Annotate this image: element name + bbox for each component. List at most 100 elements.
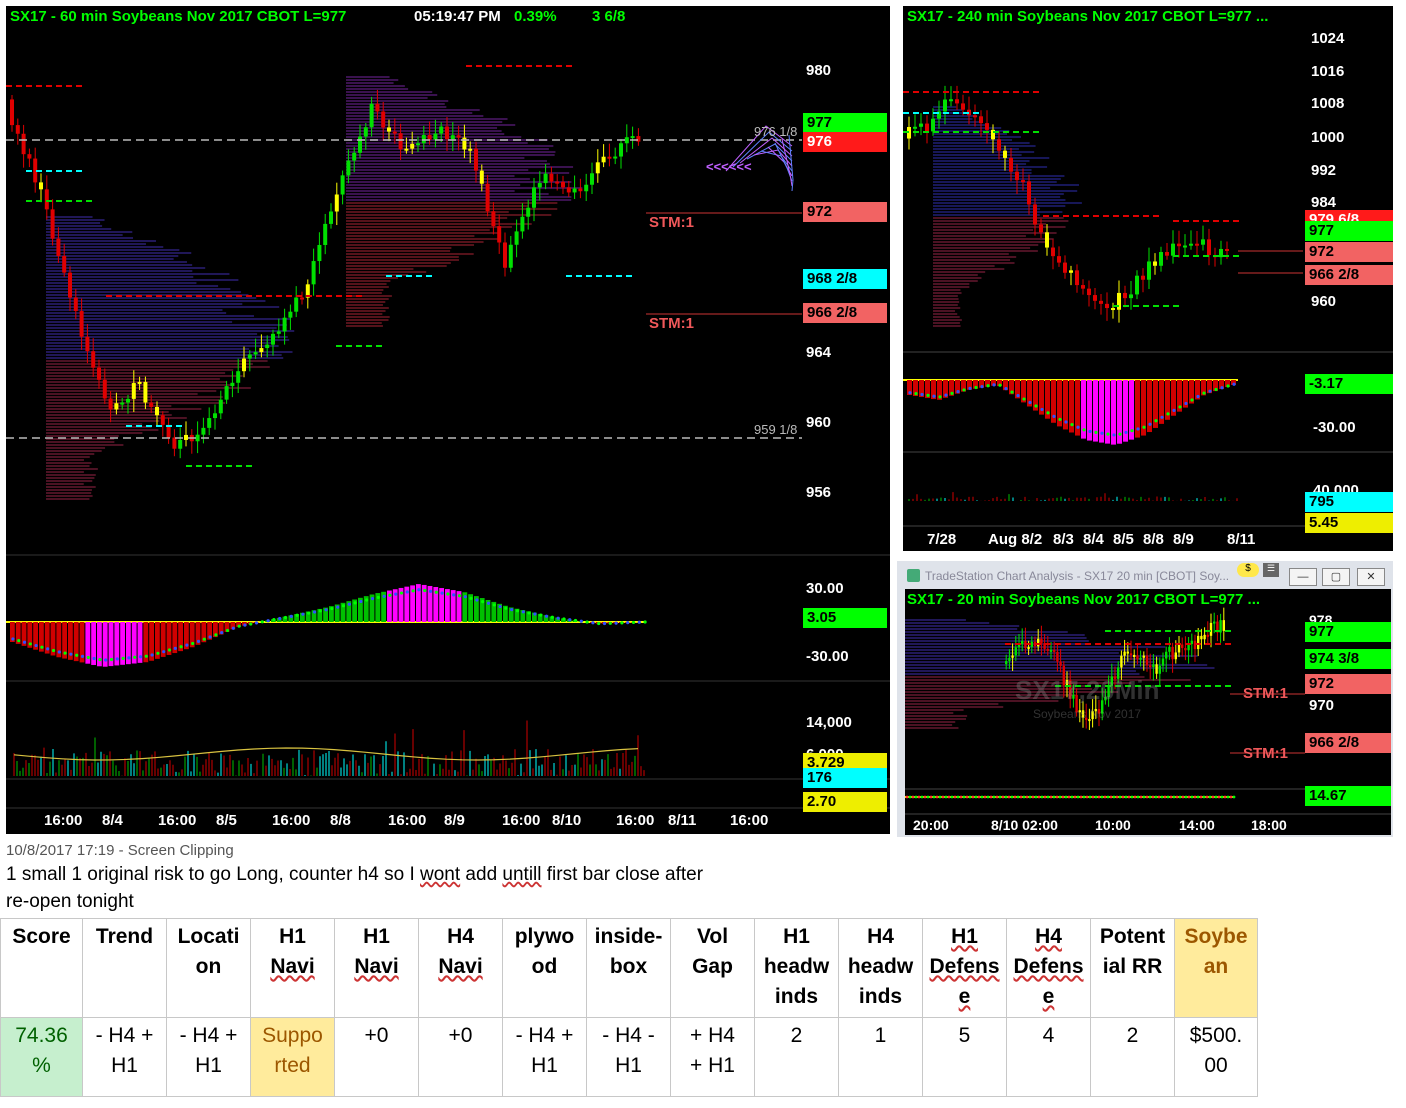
time-label: 8/5 xyxy=(216,812,237,829)
candle-body xyxy=(120,402,125,405)
osc-dot xyxy=(1208,389,1212,393)
header-text: headw xyxy=(847,955,914,978)
profile-bar xyxy=(933,268,1005,270)
profile-bar xyxy=(933,307,961,309)
time-label: 8/4 xyxy=(1083,531,1104,548)
osc-dot xyxy=(1013,795,1017,799)
osc-dot xyxy=(231,626,235,630)
osc-dot xyxy=(965,795,969,799)
profile-bar xyxy=(346,169,529,171)
profile-bar xyxy=(346,220,500,222)
symbol-link-icon[interactable]: $ xyxy=(1237,563,1259,577)
profile-bar xyxy=(346,127,498,129)
osc-dot xyxy=(492,603,496,607)
profile-bar xyxy=(346,175,515,177)
candle-body xyxy=(1123,651,1126,656)
osc-axis-label: 30.00 xyxy=(806,580,844,597)
table-cell: Suppo rted xyxy=(250,1017,335,1097)
candle-body xyxy=(1135,275,1139,295)
candle-body xyxy=(566,187,571,193)
table-row: 74.36% - H4 + H1 - H4 + H1 Suppo rted +0 +0 - H4 … xyxy=(0,1017,1258,1097)
profile-bar xyxy=(933,190,1078,192)
candle-body xyxy=(149,402,154,408)
osc-dot xyxy=(365,598,369,602)
candle-body xyxy=(242,358,246,372)
candle-body xyxy=(85,336,90,352)
osc-dot xyxy=(1097,795,1101,799)
profile-bar xyxy=(346,121,503,123)
profile-bar xyxy=(346,208,558,210)
candle-body xyxy=(913,126,917,129)
chart-240min[interactable]: SX17 - 240 min Soybeans Nov 2017 CBOT L=… xyxy=(903,6,1393,551)
osc-dot xyxy=(1121,795,1125,799)
profile-bar xyxy=(346,205,529,207)
osc-dot xyxy=(1007,795,1011,799)
osc-dot xyxy=(399,591,404,595)
chart-window-20min[interactable]: TradeStation Chart Analysis - SX17 20 mi… xyxy=(897,561,1393,837)
price-tag: 966 2/8 xyxy=(1305,265,1393,285)
osc-dot xyxy=(57,650,61,654)
osc-dot xyxy=(254,621,259,625)
osc-dot xyxy=(446,592,450,596)
osc-dot xyxy=(962,388,966,392)
symbol-watermark: SX17,20Min xyxy=(1015,675,1160,705)
minimize-button[interactable]: — xyxy=(1289,568,1317,586)
osc-dot xyxy=(1043,795,1047,799)
cell-text: - H4 + xyxy=(179,1024,238,1047)
candle-body xyxy=(97,367,101,380)
candle-body xyxy=(184,434,188,440)
close-button[interactable]: ✕ xyxy=(1357,568,1385,586)
osc-dot xyxy=(1145,795,1149,799)
price-tag-last: 977 xyxy=(1305,221,1393,241)
osc-dot xyxy=(568,618,572,622)
header-text: Score xyxy=(12,925,71,948)
candle-body xyxy=(601,156,606,163)
header-text: H1 xyxy=(783,925,810,948)
profile-bar xyxy=(46,426,152,428)
window-titlebar[interactable]: TradeStation Chart Analysis - SX17 20 mi… xyxy=(897,561,1393,589)
cell-text: $500. xyxy=(1189,1024,1243,1047)
candle-body xyxy=(108,398,113,410)
osc-dot xyxy=(486,601,491,605)
osc-dot xyxy=(950,391,954,395)
profile-bar xyxy=(346,256,459,258)
profile-bar xyxy=(346,97,428,99)
profile-bar xyxy=(46,231,133,233)
candle-body xyxy=(1203,634,1206,640)
profile-bar xyxy=(933,154,1022,156)
profile-bar xyxy=(905,625,1020,627)
header-text: ial RR xyxy=(1102,955,1163,978)
chart-60min[interactable]: SX17 - 60 min Soybeans Nov 2017 CBOT L=9… xyxy=(6,6,890,834)
time-label: 8/9 xyxy=(1173,531,1194,548)
profile-bar xyxy=(346,223,532,225)
osc-dot xyxy=(1142,795,1146,799)
profile-bar xyxy=(933,253,1009,255)
osc-dot xyxy=(1190,398,1194,402)
osc-dot xyxy=(1136,427,1140,431)
osc-dot xyxy=(1085,795,1089,799)
candle-body xyxy=(595,162,600,174)
osc-dot xyxy=(1202,391,1206,395)
cell-text: - H4 + xyxy=(515,1024,574,1047)
price-label: 1000 xyxy=(1311,129,1345,146)
maximize-button[interactable]: ▢ xyxy=(1322,568,1350,586)
candle-body xyxy=(1053,649,1056,652)
profile-bar xyxy=(46,456,90,458)
osc-value-tag: 3.05 xyxy=(803,608,887,628)
header-text: H1 xyxy=(951,925,978,948)
profile-bar xyxy=(46,390,217,392)
candle-body xyxy=(1139,657,1142,660)
menu-icon[interactable]: ☰ xyxy=(1263,563,1279,577)
candle-body xyxy=(259,348,264,353)
candle-body xyxy=(230,382,235,387)
candle-body xyxy=(578,188,583,192)
candle-body xyxy=(56,238,61,256)
profile-bar xyxy=(905,721,956,723)
osc-dot xyxy=(1073,795,1077,799)
change-points: 3 6/8 xyxy=(592,8,626,25)
chart-20min[interactable]: SX17,20Min Soybeans Nov 2017 SX17 - 20 m… xyxy=(905,589,1391,835)
candle-body xyxy=(1129,653,1133,656)
osc-dot xyxy=(1064,420,1068,424)
osc-dot xyxy=(1076,425,1080,429)
profile-bar xyxy=(46,381,227,383)
